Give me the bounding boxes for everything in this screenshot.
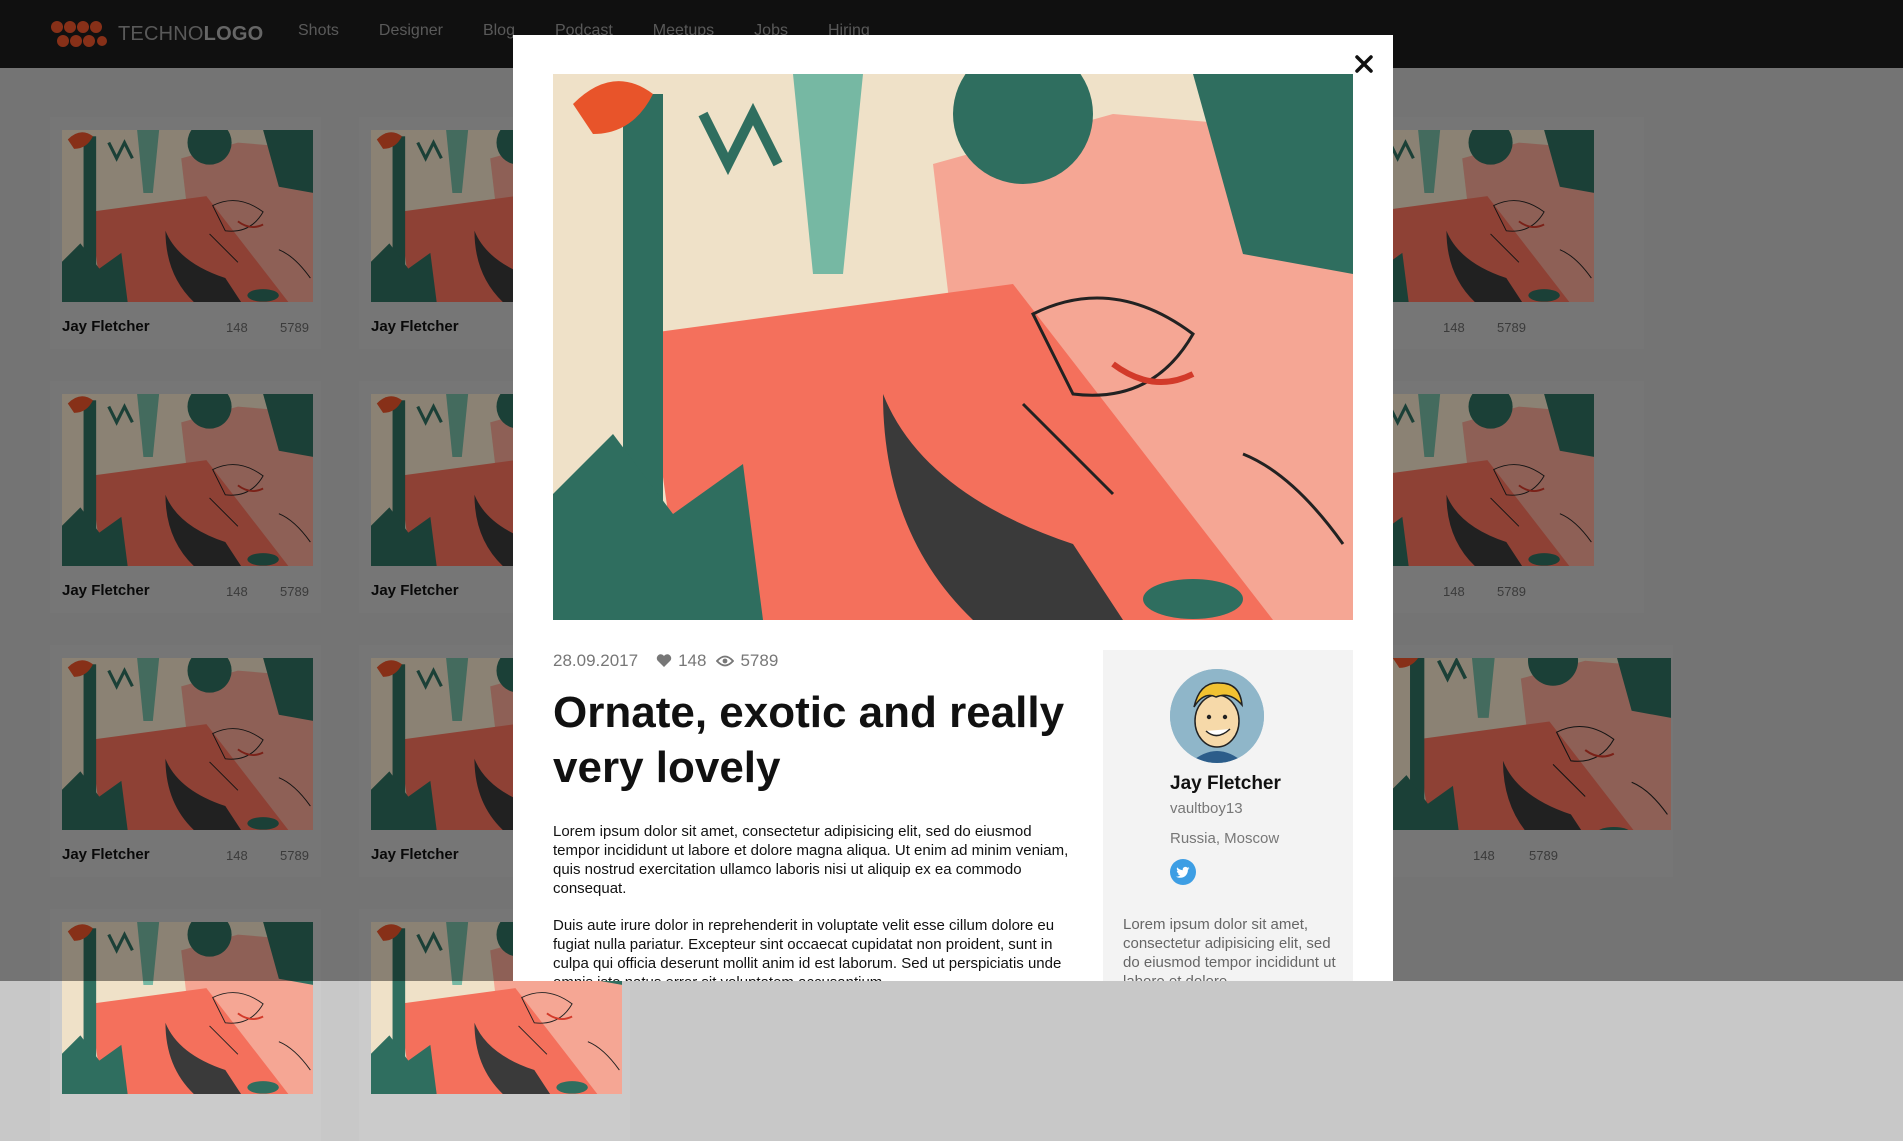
vault-boy-avatar-icon (1170, 669, 1264, 763)
twitter-button[interactable] (1170, 859, 1196, 885)
author-handle: vaultboy13 (1170, 800, 1243, 817)
shot-likes: 148 (678, 651, 707, 670)
shot-meta: 28.09.2017 148 5789 (553, 651, 778, 671)
author-bio: Lorem ipsum dolor sit amet, consectetur … (1123, 916, 1336, 981)
author-panel: Jay Fletcher vaultboy13 Russia, Moscow L… (1103, 650, 1353, 981)
shot-detail-modal: 28.09.2017 148 5789 Ornate, exotic and r… (513, 35, 1393, 981)
avatar[interactable] (1170, 669, 1264, 763)
shot-title: Ornate, exotic and really very lovely (553, 688, 1065, 792)
twitter-icon (1176, 866, 1190, 878)
description-paragraph: Lorem ipsum dolor sit amet, consectetur … (553, 823, 1069, 897)
shot-image (553, 74, 1353, 620)
shot-date: 28.09.2017 (553, 651, 639, 670)
description-paragraph: Duis aute irure dolor in reprehenderit i… (553, 917, 1062, 981)
eye-icon (716, 655, 735, 667)
author-name[interactable]: Jay Fletcher (1170, 773, 1281, 795)
heart-icon[interactable] (656, 654, 672, 668)
shot-description: Lorem ipsum dolor sit amet, consectetur … (553, 822, 1075, 981)
close-icon[interactable] (1353, 53, 1375, 75)
author-location: Russia, Moscow (1170, 830, 1280, 847)
shot-views: 5789 (740, 651, 779, 670)
